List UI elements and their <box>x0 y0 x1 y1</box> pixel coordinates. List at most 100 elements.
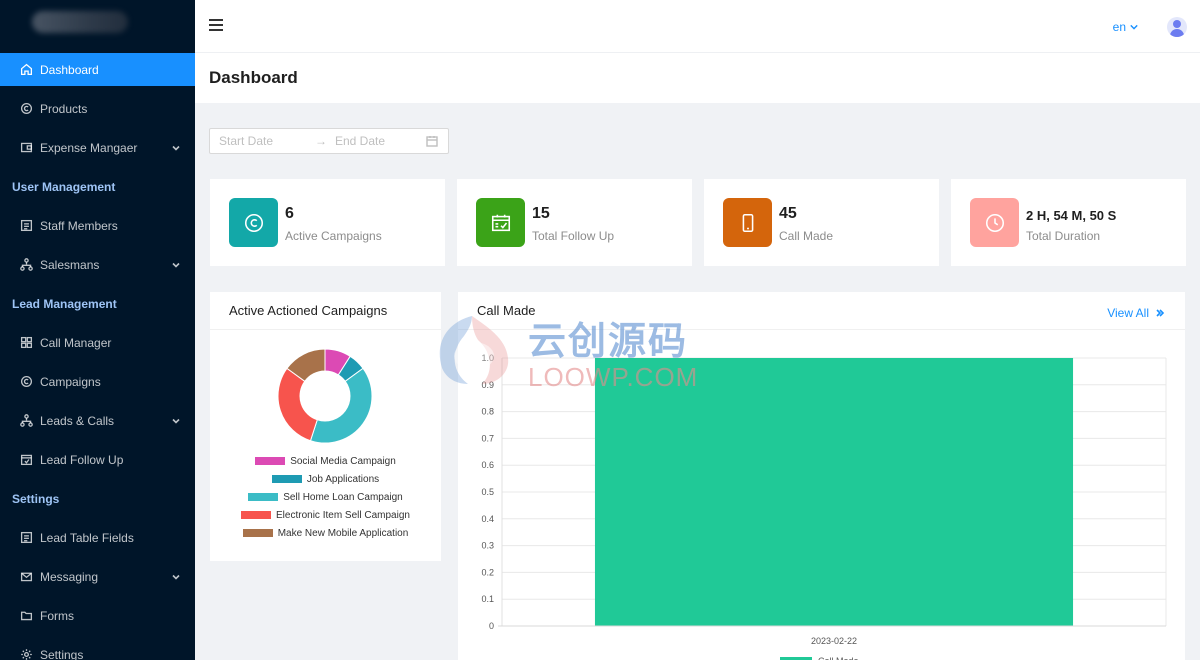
sidebar-group-user-management: User Management <box>12 179 116 194</box>
stat-card-call-made: 45 Call Made <box>704 179 939 266</box>
sidebar-item-label: Expense Mangaer <box>40 140 138 155</box>
legend-label: Make New Mobile Application <box>277 527 409 539</box>
sidebar-item-staff-members[interactable]: Staff Members <box>0 209 195 242</box>
stat-value: 2 H, 54 M, 50 S <box>1026 208 1117 223</box>
stat-label: Active Campaigns <box>285 229 382 243</box>
y-tick-label: 0.7 <box>481 433 494 443</box>
gear-icon <box>20 648 33 660</box>
sidebar-item-dashboard[interactable]: Dashboard <box>0 53 195 86</box>
date-range-picker[interactable]: Start Date → End Date <box>209 128 449 154</box>
range-arrow-icon: → <box>315 134 327 148</box>
sidebar-nav: Dashboard Products Expense Mangaer User Man… <box>0 53 195 660</box>
sidebar-item-label: Campaigns <box>40 374 101 389</box>
cluster-icon <box>20 258 33 271</box>
sidebar-item-lead-follow-up[interactable]: Lead Follow Up <box>0 443 195 476</box>
stat-card-total-follow-up: 15 Total Follow Up <box>457 179 692 266</box>
y-tick-label: 0.6 <box>481 460 494 470</box>
sidebar-item-products[interactable]: Products <box>0 92 195 125</box>
legend-item[interactable]: Electronic Item Sell Campaign <box>210 506 441 524</box>
menu-toggle-icon[interactable] <box>209 19 223 33</box>
sidebar-item-label: Products <box>40 101 88 116</box>
chevron-down-icon <box>171 260 181 270</box>
call-made-panel: Call Made View All 0 0.1 0.2 0.3 0.4 0.5 0.6 0.… <box>458 292 1185 660</box>
sidebar: Dashboard Products Expense Mangaer User Man… <box>0 0 195 660</box>
legend-label: Social Media Campaign <box>290 455 396 467</box>
donut-slice[interactable] <box>309 367 373 444</box>
sidebar-item-label: Settings <box>40 647 84 660</box>
y-tick-label: 0.4 <box>481 514 494 524</box>
sidebar-item-label: Staff Members <box>40 218 118 233</box>
top-bar: en <box>195 0 1200 53</box>
sidebar-group-lead-management: Lead Management <box>12 296 117 311</box>
home-icon <box>20 63 33 76</box>
bar[interactable] <box>594 358 1074 626</box>
language-label: en <box>1112 20 1126 34</box>
sidebar-item-leads-calls[interactable]: Leads & Calls <box>0 404 195 437</box>
sidebar-item-lead-table-fields[interactable]: Lead Table Fields <box>0 521 195 554</box>
language-selector[interactable]: en <box>1113 20 1138 34</box>
mobile-icon <box>723 198 772 247</box>
wallet-icon <box>20 141 33 154</box>
stat-label: Total Follow Up <box>532 229 615 243</box>
legend-item[interactable]: Sell Home Loan Campaign <box>210 488 441 506</box>
y-tick-label: 0.1 <box>481 594 494 604</box>
sidebar-item-settings[interactable]: Settings <box>0 638 195 660</box>
cluster-icon <box>20 414 33 427</box>
page-header: Dashboard <box>195 53 1200 103</box>
sidebar-item-label: Call Manager <box>40 335 112 350</box>
stat-value: 15 <box>532 205 550 222</box>
sidebar-item-messaging[interactable]: Messaging <box>0 560 195 593</box>
calendar-check-icon <box>476 198 525 247</box>
sidebar-item-label: Lead Follow Up <box>40 452 124 467</box>
y-tick-label: 1.0 <box>481 353 494 363</box>
legend-swatch <box>255 457 286 465</box>
y-tick-label: 0.3 <box>481 541 494 551</box>
legend-label: Job Applications <box>306 473 380 485</box>
sidebar-item-call-manager[interactable]: Call Manager <box>0 326 195 359</box>
stat-card-active-campaigns: 6 Active Campaigns <box>210 179 445 266</box>
legend-label: Electronic Item Sell Campaign <box>276 509 410 521</box>
calendar-icon[interactable] <box>426 135 438 147</box>
legend-item[interactable]: Make New Mobile Application <box>210 524 441 542</box>
legend-swatch <box>242 529 273 537</box>
sidebar-item-label: Salesmans <box>40 257 100 272</box>
legend-label: Call Made <box>818 656 859 660</box>
legend-swatch <box>241 511 272 519</box>
end-date-input[interactable]: End Date <box>335 134 426 148</box>
y-tick-label: 0.8 <box>481 407 494 417</box>
logo[interactable] <box>0 0 195 44</box>
id-card-icon <box>20 531 33 544</box>
logo-image <box>32 11 128 33</box>
x-tick-label: 2023-02-22 <box>811 636 857 646</box>
donut-legend: Social Media Campaign Job Applications Sel… <box>210 452 441 542</box>
folder-icon <box>20 609 33 622</box>
y-tick-label: 0.9 <box>481 380 494 390</box>
stat-label: Total Duration <box>1026 229 1101 243</box>
sidebar-item-expense-mangaer[interactable]: Expense Mangaer <box>0 131 195 164</box>
stat-card-total-duration: 2 H, 54 M, 50 S Total Duration <box>951 179 1186 266</box>
legend-item[interactable]: Social Media Campaign <box>210 452 441 470</box>
grid-icon <box>20 336 33 349</box>
legend-item[interactable]: Job Applications <box>210 470 441 488</box>
sidebar-item-label: Messaging <box>40 569 99 584</box>
sidebar-item-campaigns[interactable]: Campaigns <box>0 365 195 398</box>
y-tick-label: 0.5 <box>481 487 494 497</box>
chevron-down-icon <box>1130 24 1138 30</box>
legend-swatch <box>271 475 302 483</box>
user-avatar[interactable] <box>1167 17 1187 37</box>
sidebar-item-label: Forms <box>40 608 74 623</box>
copyright-icon <box>20 375 33 388</box>
sidebar-item-label: Dashboard <box>40 62 99 77</box>
call-made-bar-chart: 0 0.1 0.2 0.3 0.4 0.5 0.6 0.7 0.8 0.9 1.0 2023-02-2… <box>481 353 1167 660</box>
legend-label: Sell Home Loan Campaign <box>283 491 403 503</box>
start-date-input[interactable]: Start Date <box>219 134 315 148</box>
sidebar-item-salesmans[interactable]: Salesmans <box>0 248 195 281</box>
active-campaigns-panel: Active Actioned Campaigns Social Media C… <box>210 292 441 561</box>
donut-slice[interactable] <box>277 367 318 442</box>
id-card-icon <box>20 219 33 232</box>
stat-value: 45 <box>779 205 797 222</box>
campaign-donut-chart <box>277 348 373 444</box>
stat-value: 6 <box>285 205 294 222</box>
y-tick-label: 0 <box>489 621 494 631</box>
sidebar-item-forms[interactable]: Forms <box>0 599 195 632</box>
